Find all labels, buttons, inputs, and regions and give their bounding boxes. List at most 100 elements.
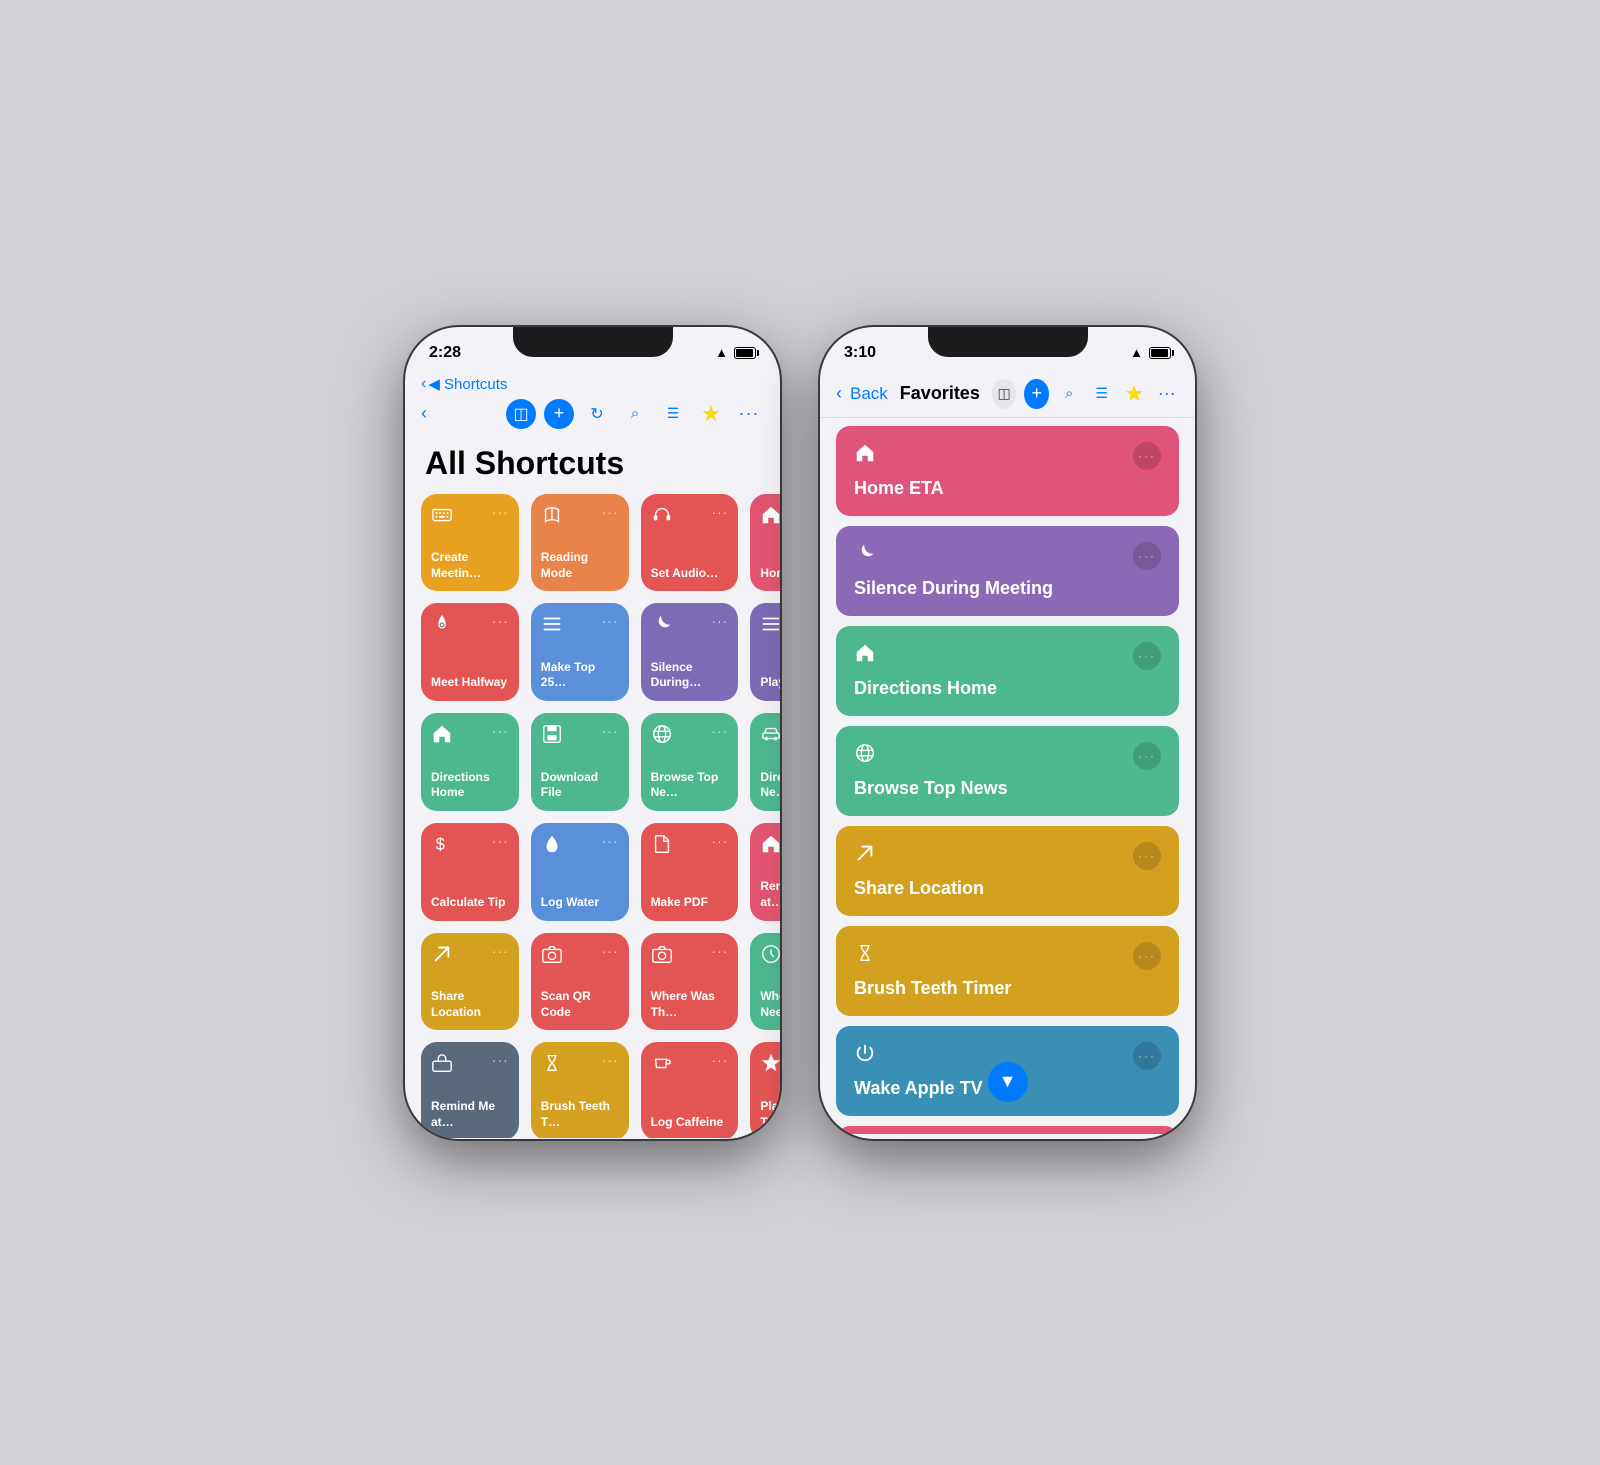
tile-top: ··· [760, 943, 780, 970]
tile-more-dots[interactable]: ··· [602, 504, 619, 520]
fav-more-dots[interactable]: ··· [1133, 542, 1161, 570]
tile-label: Scan QR Code [541, 989, 619, 1020]
shortcut-tile[interactable]: ··· Share Location [421, 933, 519, 1031]
shortcut-tile[interactable]: ··· Directions Home [421, 713, 519, 811]
more-icon-1[interactable]: ··· [734, 399, 764, 429]
tile-top: ··· [541, 504, 619, 531]
shortcut-tile[interactable]: ··· Log Caffeine [641, 1042, 739, 1137]
shortcut-tile[interactable]: ··· Home ETA [750, 494, 780, 592]
tile-more-dots[interactable]: ··· [602, 613, 619, 629]
favorites-item[interactable]: ··· Share Location [836, 826, 1179, 916]
shortcut-tile[interactable]: ··· Reading Mode [531, 494, 629, 592]
tile-more-dots[interactable]: ··· [602, 833, 619, 849]
shortcut-tile[interactable]: ··· Set Audio… [641, 494, 739, 592]
favorites-item[interactable]: ··· Wake Apple TV ▼ [836, 1026, 1179, 1116]
tile-more-dots[interactable]: ··· [492, 943, 509, 959]
tile-top: ··· [431, 613, 509, 640]
shortcuts-back[interactable]: ‹ ◀ Shortcuts [405, 371, 780, 393]
shortcut-tile[interactable]: ··· Remind Me at… [750, 823, 780, 921]
shortcut-tile[interactable]: ··· Log Water [531, 823, 629, 921]
tile-icon [431, 504, 453, 531]
tile-top: ··· [651, 1052, 729, 1079]
fav-more-dots[interactable]: ··· [1133, 1042, 1161, 1070]
tile-more-dots[interactable]: ··· [492, 1052, 509, 1068]
shortcut-tile[interactable]: ··· Plan 3 Main T… [750, 1042, 780, 1137]
tile-label: Log Caffeine [651, 1115, 729, 1131]
tile-more-dots[interactable]: ··· [711, 723, 728, 739]
shortcut-tile[interactable]: ··· Directions To Ne… [750, 713, 780, 811]
tile-top: ··· [651, 504, 729, 531]
add-icon-2[interactable]: + [1024, 379, 1049, 409]
tile-label: Meet Halfway [431, 675, 509, 691]
shortcut-tile[interactable]: ··· Brush Teeth T… [531, 1042, 629, 1137]
list-icon-2[interactable]: ☰ [1089, 379, 1114, 409]
add-icon-1[interactable]: + [544, 399, 574, 429]
fav-item-icon [854, 542, 876, 569]
shortcut-tile[interactable]: ··· Play Playlist [750, 603, 780, 701]
back-button-1[interactable]: ‹ [421, 403, 427, 424]
fav-item-icon [854, 942, 876, 969]
search-icon-2[interactable]: ⌕ [1057, 379, 1082, 409]
favorites-item[interactable]: ··· Home ETA [836, 426, 1179, 516]
tile-more-dots[interactable]: ··· [711, 943, 728, 959]
tile-label: Calculate Tip [431, 895, 509, 911]
shortcut-tile[interactable]: ··· Meet Halfway [421, 603, 519, 701]
layers-icon-1[interactable]: ◫ [506, 399, 536, 429]
layers-icon-2[interactable]: ◫ [992, 379, 1017, 409]
favorites-item[interactable]: ··· Directions Home [836, 626, 1179, 716]
tile-more-dots[interactable]: ··· [602, 1052, 619, 1068]
shortcut-tile[interactable]: $ ··· Calculate Tip [421, 823, 519, 921]
shortcut-tile[interactable]: ··· Where Was Th… [641, 933, 739, 1031]
star-icon-2[interactable]: ★ [1122, 379, 1147, 409]
tile-icon [431, 1052, 453, 1079]
favorites-item[interactable]: ··· Silence During Meeting [836, 526, 1179, 616]
shortcut-tile[interactable]: ··· When Do I Need… [750, 933, 780, 1031]
tile-more-dots[interactable]: ··· [492, 504, 509, 520]
fav-more-dots[interactable]: ··· [1133, 642, 1161, 670]
tile-more-dots[interactable]: ··· [492, 723, 509, 739]
shortcut-tile[interactable]: ··· Silence During… [641, 603, 739, 701]
favorites-item[interactable]: ··· [836, 1126, 1179, 1134]
tile-more-dots[interactable]: ··· [492, 833, 509, 849]
down-arrow-button[interactable]: ▼ [988, 1062, 1028, 1102]
toolbar-1: ‹ ◫ + ↻ ⌕ ☰ ★ ··· [405, 393, 780, 429]
more-icon-2[interactable]: ··· [1155, 379, 1180, 409]
fav-more-dots[interactable]: ··· [1133, 742, 1161, 770]
shortcut-tile[interactable]: ··· Scan QR Code [531, 933, 629, 1031]
tile-more-dots[interactable]: ··· [492, 613, 509, 629]
shortcut-tile[interactable]: ··· Remind Me at… [421, 1042, 519, 1137]
fav-more-dots[interactable]: ··· [1133, 842, 1161, 870]
tile-label: Make PDF [651, 895, 729, 911]
fav-more-dots[interactable]: ··· [1133, 442, 1161, 470]
shortcuts-grid: ··· Create Meetin… ··· Reading Mode ··· … [405, 494, 780, 1138]
list-icon-1[interactable]: ☰ [658, 399, 688, 429]
refresh-icon-1[interactable]: ↻ [582, 399, 612, 429]
tile-icon [431, 613, 453, 640]
shortcut-tile[interactable]: ··· Make PDF [641, 823, 739, 921]
back-label-1[interactable]: ◀ Shortcuts [428, 375, 507, 393]
shortcut-tile[interactable]: ··· Make Top 25… [531, 603, 629, 701]
tile-top: ··· [541, 833, 619, 860]
search-icon-1[interactable]: ⌕ [620, 399, 650, 429]
tile-more-dots[interactable]: ··· [602, 943, 619, 959]
notch-2 [928, 327, 1088, 357]
fav-more-dots[interactable]: ··· [1133, 942, 1161, 970]
shortcut-tile[interactable]: ··· Browse Top Ne… [641, 713, 739, 811]
star-icon-1[interactable]: ★ [696, 399, 726, 429]
back-label-2[interactable]: Back [850, 384, 888, 404]
shortcut-tile[interactable]: ··· Download File [531, 713, 629, 811]
tile-top: ··· [651, 833, 729, 860]
tile-more-dots[interactable]: ··· [711, 504, 728, 520]
favorites-item[interactable]: ··· Browse Top News [836, 726, 1179, 816]
tile-more-dots[interactable]: ··· [711, 833, 728, 849]
favorites-item[interactable]: ··· Brush Teeth Timer [836, 926, 1179, 1016]
tile-more-dots[interactable]: ··· [711, 613, 728, 629]
tile-more-dots[interactable]: ··· [711, 1052, 728, 1068]
tile-icon [541, 1052, 563, 1079]
status-icons-2: ▲ [1130, 345, 1171, 360]
tile-icon [651, 943, 673, 970]
shortcut-tile[interactable]: ··· Create Meetin… [421, 494, 519, 592]
status-time-2: 3:10 [844, 344, 876, 362]
tile-label: Log Water [541, 895, 619, 911]
tile-more-dots[interactable]: ··· [602, 723, 619, 739]
